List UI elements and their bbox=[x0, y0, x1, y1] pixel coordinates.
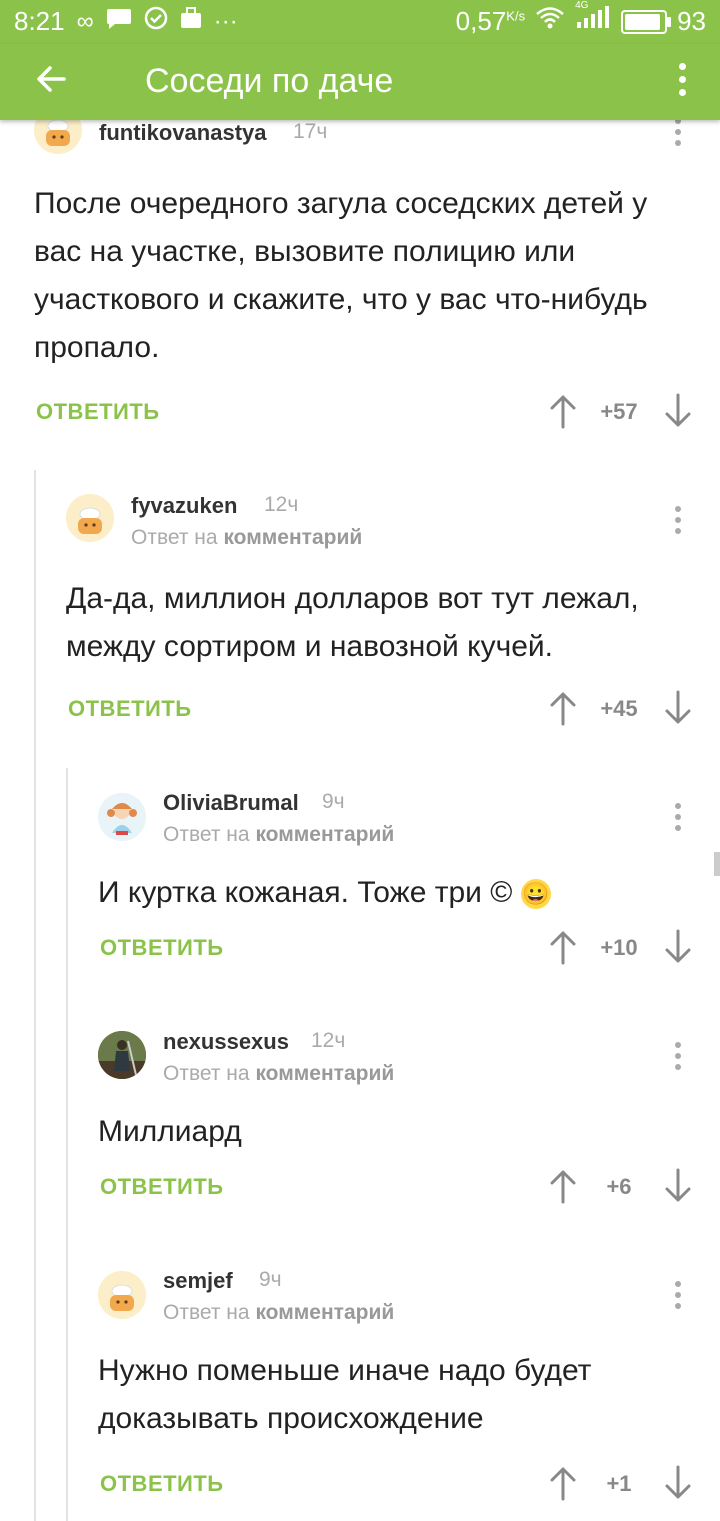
reply-to-label: Ответ на комментарий bbox=[163, 1062, 394, 1086]
reply-to-prefix: Ответ на bbox=[163, 823, 250, 846]
overflow-menu-button[interactable] bbox=[672, 54, 692, 104]
chef-avatar-icon bbox=[98, 1271, 146, 1319]
downvote-button[interactable] bbox=[663, 929, 693, 965]
girl-avatar-icon bbox=[98, 793, 146, 841]
check-circle-icon bbox=[144, 6, 168, 37]
signal-icon: 4G bbox=[575, 0, 611, 37]
comment-text: Миллиард bbox=[98, 1115, 242, 1148]
comment-time: 12ч bbox=[311, 1029, 346, 1052]
username[interactable]: funtikovanastya bbox=[99, 120, 267, 146]
upvote-button[interactable] bbox=[548, 690, 578, 726]
reply-button[interactable]: ОТВЕТИТЬ bbox=[100, 935, 224, 961]
app-bar: Соседи по даче bbox=[0, 44, 720, 120]
comment-time: 9ч bbox=[259, 1268, 282, 1291]
status-bar-right: 0,57K/s 4G 93 bbox=[456, 0, 706, 37]
username[interactable]: nexussexus bbox=[163, 1029, 289, 1055]
comment-menu-button[interactable] bbox=[668, 500, 688, 540]
comment-menu-button[interactable] bbox=[668, 1275, 688, 1315]
comment-score: +45 bbox=[600, 696, 638, 721]
reply-to-link[interactable]: комментарий bbox=[255, 1062, 394, 1085]
speed-unit: K/s bbox=[506, 8, 526, 24]
downvote-button[interactable] bbox=[663, 393, 693, 429]
arrow-down-icon bbox=[665, 1465, 691, 1499]
status-bar: 8:21 ∞ ··· 0,57K/s 4G 93 bbox=[0, 0, 720, 44]
downvote-button[interactable] bbox=[663, 1465, 693, 1501]
comment-text: После очередного загула соседских детей … bbox=[34, 187, 648, 364]
comment-menu-button[interactable] bbox=[668, 797, 688, 837]
username[interactable]: fyvazuken bbox=[131, 493, 237, 519]
grinning-emoji-icon: 😀 bbox=[520, 879, 551, 910]
network-speed: 0,57K/s bbox=[456, 6, 525, 37]
username[interactable]: OliviaBrumal bbox=[163, 790, 299, 816]
scrollbar[interactable] bbox=[714, 852, 720, 876]
arrow-up-icon bbox=[550, 692, 576, 726]
arrow-up-icon bbox=[550, 395, 576, 429]
arrow-down-icon bbox=[665, 690, 691, 724]
reply-button[interactable]: ОТВЕТИТЬ bbox=[100, 1471, 224, 1497]
network-type: 4G bbox=[575, 0, 589, 11]
back-arrow-icon bbox=[37, 66, 66, 92]
comment-text: Нужно поменьше иначе надо будет доказыва… bbox=[98, 1354, 592, 1435]
status-time: 8:21 bbox=[14, 6, 65, 36]
comment-score: +1 bbox=[606, 1471, 632, 1496]
comment-time: 17ч bbox=[293, 120, 328, 143]
arrow-up-icon bbox=[550, 1467, 576, 1501]
avatar[interactable] bbox=[98, 1271, 146, 1319]
avatar[interactable] bbox=[98, 1031, 146, 1079]
thread-line-level-2 bbox=[66, 768, 68, 1521]
username[interactable]: semjef bbox=[163, 1268, 233, 1294]
battery-percent: 93 bbox=[677, 6, 706, 36]
reply-to-label: Ответ на комментарий bbox=[163, 1301, 394, 1325]
downvote-button[interactable] bbox=[663, 1168, 693, 1204]
upvote-button[interactable] bbox=[548, 1465, 578, 1501]
comment-score: +10 bbox=[600, 935, 638, 960]
comment-text-body: И куртка кожаная. Тоже три © bbox=[98, 876, 513, 909]
comment-text: И куртка кожаная. Тоже три © 😀 bbox=[98, 869, 698, 917]
arrow-down-icon bbox=[665, 929, 691, 963]
comment-time: 12ч bbox=[264, 493, 299, 516]
comment-text: Да-да, миллион долларов вот тут лежал, м… bbox=[66, 582, 639, 663]
message-icon bbox=[106, 6, 132, 37]
upvote-button[interactable] bbox=[548, 393, 578, 429]
arrow-down-icon bbox=[665, 1168, 691, 1202]
comment-menu-button[interactable] bbox=[668, 1036, 688, 1076]
reply-to-link[interactable]: комментарий bbox=[223, 526, 362, 549]
comment-score: +57 bbox=[600, 399, 638, 424]
status-bar-left: 8:21 ∞ ··· bbox=[14, 6, 238, 37]
reply-button[interactable]: ОТВЕТИТЬ bbox=[100, 1174, 224, 1200]
warrior-avatar-icon bbox=[98, 1031, 146, 1079]
upvote-button[interactable] bbox=[548, 1168, 578, 1204]
briefcase-icon bbox=[180, 6, 202, 37]
arrow-up-icon bbox=[550, 931, 576, 965]
infinity-icon: ∞ bbox=[76, 7, 94, 35]
chef-avatar-icon bbox=[66, 494, 114, 542]
reply-to-link[interactable]: комментарий bbox=[255, 1301, 394, 1324]
back-button[interactable] bbox=[30, 54, 80, 104]
battery-icon bbox=[621, 9, 672, 34]
avatar[interactable] bbox=[66, 494, 114, 542]
wifi-icon bbox=[535, 6, 565, 37]
reply-to-prefix: Ответ на bbox=[131, 526, 218, 549]
thread-line-level-1 bbox=[34, 470, 36, 1521]
comment-score: +6 bbox=[606, 1174, 632, 1199]
speed-value: 0,57 bbox=[455, 6, 507, 36]
avatar[interactable] bbox=[98, 793, 146, 841]
arrow-up-icon bbox=[550, 1170, 576, 1204]
comment-time: 9ч bbox=[322, 790, 345, 813]
reply-to-prefix: Ответ на bbox=[163, 1062, 250, 1085]
reply-to-label: Ответ на комментарий bbox=[163, 823, 394, 847]
reply-button[interactable]: ОТВЕТИТЬ bbox=[36, 399, 160, 425]
downvote-button[interactable] bbox=[663, 690, 693, 726]
reply-to-prefix: Ответ на bbox=[163, 1301, 250, 1324]
reply-button[interactable]: ОТВЕТИТЬ bbox=[68, 696, 192, 722]
arrow-down-icon bbox=[665, 393, 691, 427]
page-title: Соседи по даче bbox=[145, 62, 394, 100]
reply-to-link[interactable]: комментарий bbox=[255, 823, 394, 846]
upvote-button[interactable] bbox=[548, 929, 578, 965]
more-icon: ··· bbox=[213, 7, 238, 35]
reply-to-label: Ответ на комментарий bbox=[131, 526, 362, 550]
